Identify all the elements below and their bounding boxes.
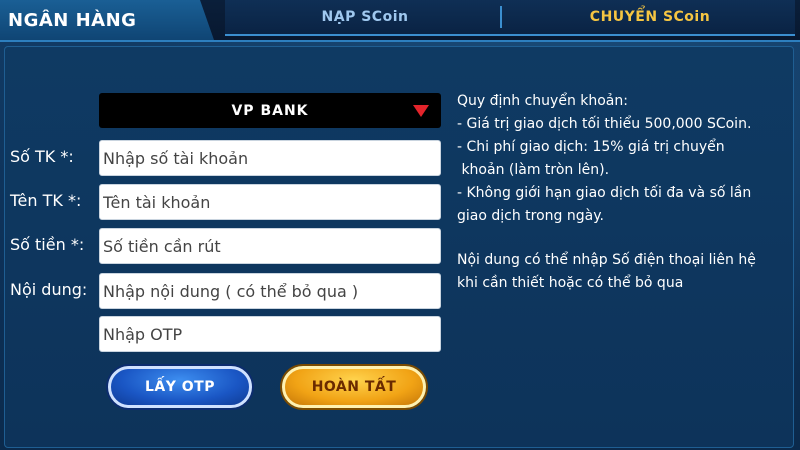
top-bar: NGÂN HÀNG NẠP SCoin CHUYỂN SCoin <box>0 0 800 42</box>
rules-line: Quy định chuyển khoản: <box>457 93 628 109</box>
account-number-input[interactable] <box>99 140 441 176</box>
tab-nap-scoin[interactable]: NẠP SCoin <box>225 0 505 36</box>
bank-select-dropdown[interactable]: VP BANK <box>99 93 441 128</box>
rules-note-line: khi cần thiết hoặc có thể bỏ qua <box>457 275 684 291</box>
caret-down-icon <box>413 105 429 117</box>
tab-chuyen-scoin-label: CHUYỂN SCoin <box>589 9 711 25</box>
rules-gap <box>457 228 777 249</box>
get-otp-button-label: LẤY OTP <box>145 379 215 395</box>
rules-line: - Không giới hạn giao dịch tối đa và số … <box>457 185 752 201</box>
content-label: Nội dung: <box>10 280 88 299</box>
rules-line: khoản (làm tròn lên). <box>457 162 610 178</box>
tab-chuyen-scoin[interactable]: CHUYỂN SCoin <box>505 0 795 36</box>
page-title-tab: NGÂN HÀNG <box>0 0 214 40</box>
rules-note-line: Nội dung có thể nhập Số điện thoại liên … <box>457 252 756 268</box>
tab-divider <box>500 6 502 28</box>
account-number-label: Số TK *: <box>10 147 74 166</box>
amount-label: Số tiền *: <box>10 235 85 254</box>
page-title: NGÂN HÀNG <box>8 9 137 31</box>
transfer-rules: Quy định chuyển khoản: - Giá trị giao dị… <box>457 90 777 295</box>
done-button[interactable]: HOÀN TẤT <box>282 366 426 408</box>
bank-select-value: VP BANK <box>231 102 309 119</box>
rules-line: - Chi phí giao dịch: 15% giá trị chuyển <box>457 139 725 155</box>
account-name-input[interactable] <box>99 184 441 220</box>
rules-line: giao dịch trong ngày. <box>457 208 604 224</box>
bank-transfer-window: NGÂN HÀNG NẠP SCoin CHUYỂN SCoin VP BANK… <box>0 0 800 450</box>
rules-line: - Giá trị giao dịch tối thiểu 500,000 SC… <box>457 116 752 132</box>
account-name-label: Tên TK *: <box>10 191 82 210</box>
content-input[interactable] <box>99 273 441 309</box>
otp-input[interactable] <box>99 316 441 352</box>
done-button-label: HOÀN TẤT <box>311 379 397 395</box>
amount-input[interactable] <box>99 228 441 264</box>
tab-nap-scoin-label: NẠP SCoin <box>321 9 409 25</box>
get-otp-button[interactable]: LẤY OTP <box>108 366 252 408</box>
